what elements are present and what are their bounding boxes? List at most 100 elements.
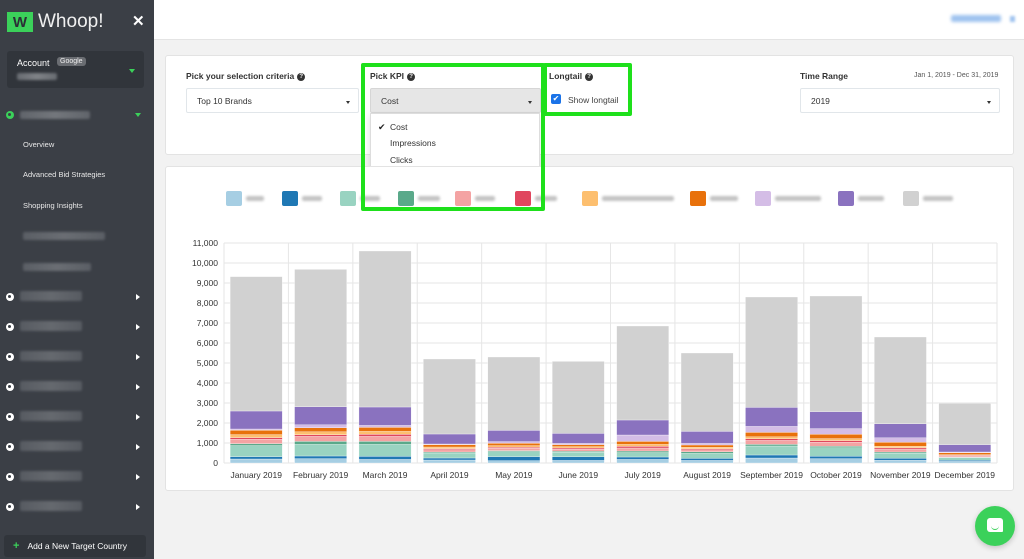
country-name-redacted (20, 411, 82, 421)
help-icon[interactable]: ? (407, 72, 416, 81)
legend-label-redacted (475, 196, 495, 201)
legend-label-redacted (775, 196, 821, 201)
legend-item[interactable] (838, 191, 884, 206)
country-row[interactable] (0, 467, 154, 487)
criteria-select[interactable]: Top 10 Brands (186, 88, 359, 113)
logo[interactable]: W Whoop! (7, 11, 103, 33)
legend-label-redacted (923, 196, 953, 201)
legend-swatch (755, 191, 771, 206)
globe-icon (6, 443, 14, 451)
country-row[interactable] (0, 347, 154, 367)
sidebar-item-shopping-insights[interactable]: Shopping Insights (23, 201, 83, 210)
country-name-redacted (20, 381, 82, 391)
sidebar: W Whoop! ✕ Account Google Overview Advan… (0, 0, 154, 559)
legend-item[interactable] (340, 191, 380, 206)
time-range-label: Time Range (800, 71, 849, 81)
country-row[interactable] (0, 497, 154, 517)
help-icon[interactable]: ? (297, 72, 306, 81)
criteria-label-text: Pick your selection criteria (186, 71, 295, 81)
caret-down-icon (346, 101, 350, 104)
kpi-label-text: Pick KPI (370, 71, 405, 81)
kpi-select[interactable]: Cost (370, 88, 541, 113)
add-target-country-button[interactable]: + Add a New Target Country (4, 535, 146, 557)
show-longtail-label[interactable]: Show longtail (568, 95, 619, 105)
globe-icon (6, 413, 14, 421)
kpi-option-impressions[interactable]: Impressions (390, 138, 436, 148)
chevron-right-icon (136, 414, 140, 420)
country-name-redacted (20, 351, 82, 361)
legend-label-redacted (418, 196, 440, 201)
country-row[interactable] (0, 437, 154, 457)
time-range-select[interactable]: 2019 (800, 88, 1000, 113)
globe-icon (6, 383, 14, 391)
legend-swatch (515, 191, 531, 206)
legend-swatch (838, 191, 854, 206)
chevron-down-icon (129, 69, 135, 73)
legend-label-redacted (360, 196, 380, 201)
chevron-right-icon (136, 354, 140, 360)
country-name-redacted (20, 471, 82, 481)
kpi-label: Pick KPI? (370, 71, 416, 81)
time-range-select-value: 2019 (811, 95, 830, 106)
country-row[interactable] (0, 317, 154, 337)
chevron-right-icon (136, 474, 140, 480)
country-name-redacted (20, 501, 82, 511)
show-longtail-checkbox[interactable]: ✔ (551, 94, 561, 104)
kpi-select-value: Cost (381, 95, 399, 106)
close-sidebar-icon[interactable]: ✕ (132, 12, 145, 30)
legend-swatch (455, 191, 471, 206)
chevron-right-icon (136, 444, 140, 450)
legend-label-redacted (858, 196, 884, 201)
chevron-right-icon (136, 324, 140, 330)
kpi-option-cost[interactable]: Cost (390, 122, 407, 132)
chat-button[interactable] (975, 506, 1015, 546)
legend-swatch (903, 191, 919, 206)
sidebar-item-overview[interactable]: Overview (23, 140, 54, 149)
country-name-redacted (20, 111, 90, 119)
account-label: Account (17, 58, 50, 68)
globe-icon (6, 503, 14, 511)
legend-swatch (226, 191, 242, 206)
legend-label-redacted (710, 196, 738, 201)
globe-icon (6, 473, 14, 481)
user-menu-redacted[interactable] (951, 15, 1001, 22)
sidebar-item-redacted[interactable] (23, 232, 105, 240)
chevron-right-icon (136, 384, 140, 390)
country-name-redacted (20, 321, 82, 331)
legend-item[interactable] (690, 191, 738, 206)
chevron-right-icon (136, 294, 140, 300)
checkmark-icon: ✔ (378, 122, 386, 132)
globe-icon (6, 353, 14, 361)
legend-item[interactable] (582, 191, 674, 206)
plus-icon: + (13, 540, 20, 552)
legend-item[interactable] (455, 191, 495, 206)
kpi-option-clicks[interactable]: Clicks (390, 155, 413, 165)
country-row[interactable] (0, 377, 154, 397)
legend-item[interactable] (903, 191, 953, 206)
legend-swatch (340, 191, 356, 206)
sidebar-item-redacted[interactable] (23, 263, 91, 271)
sidebar-item-advanced-bid-strategies[interactable]: Advanced Bid Strategies (23, 170, 105, 179)
legend-swatch (582, 191, 598, 206)
legend-item[interactable] (515, 191, 557, 206)
logo-text: Whoop! (38, 11, 104, 32)
account-selector[interactable]: Account Google (7, 51, 144, 88)
help-icon[interactable]: ? (585, 72, 594, 81)
caret-down-icon (987, 101, 991, 104)
legend-label-redacted (602, 196, 674, 201)
legend-item[interactable] (398, 191, 440, 206)
legend-item[interactable] (755, 191, 821, 206)
criteria-select-value: Top 10 Brands (197, 95, 252, 106)
country-row-expanded[interactable] (0, 106, 154, 126)
country-row[interactable] (0, 287, 154, 307)
chart-panel (165, 166, 1014, 491)
longtail-label: Longtail? (549, 71, 594, 81)
country-row[interactable] (0, 407, 154, 427)
legend-item[interactable] (226, 191, 264, 206)
legend-item[interactable] (282, 191, 322, 206)
longtail-label-text: Longtail (549, 71, 583, 81)
logo-icon: W (7, 12, 33, 32)
user-menu-caret-icon[interactable] (1010, 16, 1015, 22)
legend-swatch (690, 191, 706, 206)
google-badge: Google (57, 57, 86, 66)
